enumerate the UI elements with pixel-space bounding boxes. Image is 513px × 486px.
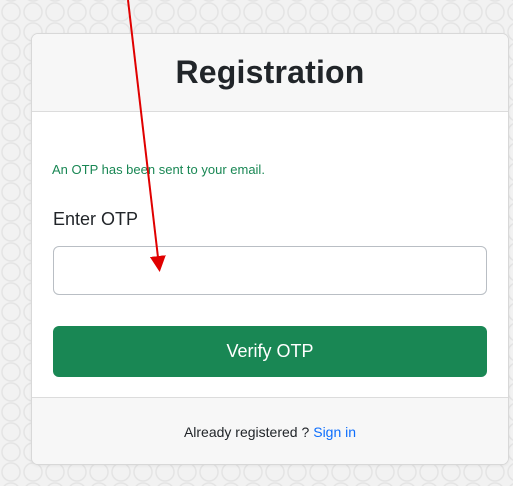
sign-in-link[interactable]: Sign in — [313, 424, 356, 440]
already-registered-text: Already registered ? — [183, 424, 310, 440]
otp-sent-message: An OTP has been sent to your email. — [52, 162, 265, 177]
card-footer: Already registered ? Sign in — [32, 397, 508, 464]
registration-card: Registration An OTP has been sent to you… — [31, 33, 509, 465]
card-header: Registration — [32, 34, 508, 112]
otp-input[interactable] — [53, 246, 487, 295]
page-title: Registration — [175, 54, 365, 90]
otp-label: Enter OTP — [53, 209, 139, 229]
verify-otp-button[interactable]: Verify OTP — [53, 326, 487, 377]
